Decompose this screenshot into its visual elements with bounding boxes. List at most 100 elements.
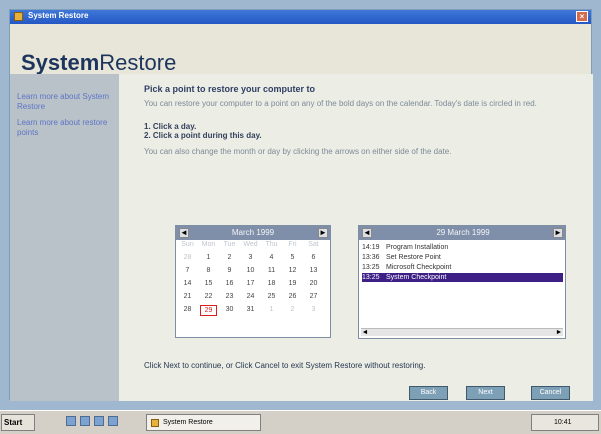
main-content: Pick a point to restore your computer to…	[119, 74, 593, 401]
system-tray: 10:41	[531, 414, 599, 431]
calendar-day[interactable]: 16	[221, 279, 238, 288]
calendar-day[interactable]: 17	[242, 279, 259, 288]
restore-point-entry[interactable]: 14:19 Program Installation	[362, 243, 563, 252]
quicklaunch-folder-icon[interactable]	[94, 416, 104, 426]
scroll-right-arrow-icon[interactable]: ►	[555, 329, 563, 336]
calendar-day[interactable]: 8	[200, 266, 217, 275]
calendar-day[interactable]: 20	[305, 279, 322, 288]
calendar-day[interactable]: 3	[242, 253, 259, 262]
calendar-day: 1	[269, 306, 274, 313]
calendar-day[interactable]: 30	[221, 305, 238, 314]
weekday-label: Mon	[201, 241, 216, 248]
restore-point-label: Program Installation	[386, 244, 449, 251]
calendar-day[interactable]: 12	[284, 266, 301, 275]
restore-point-time: 13:25	[362, 264, 380, 271]
restore-point-time: 13:25	[362, 274, 380, 281]
learn-more-system-restore-link[interactable]: Learn more about System Restore	[17, 92, 113, 112]
restore-list-date: 29 March 1999	[436, 228, 490, 237]
close-window-button[interactable]: ×	[576, 11, 588, 22]
footer-instructions: Click Next to continue, or Click Cancel …	[144, 361, 426, 370]
calendar-day: 3	[311, 306, 316, 313]
calendar-month-title: March 1999	[231, 228, 275, 237]
desktop-frame: System Restore × SystemRestore Learn mor…	[0, 0, 601, 434]
title-bar[interactable]: System Restore ×	[10, 10, 591, 24]
weekday-label: Sun	[181, 241, 194, 248]
restore-point-label: System Checkpoint	[386, 274, 447, 281]
calendar-day[interactable]: 31	[242, 305, 259, 314]
calendar-day: 28	[183, 254, 192, 261]
calendar-day[interactable]: 18	[263, 279, 280, 288]
calendar-day[interactable]: 22	[200, 292, 217, 301]
page-header: SystemRestore	[10, 24, 591, 75]
weekday-label: Thu	[265, 241, 278, 248]
weekday-label: Tue	[223, 241, 236, 248]
weekday-label: Sat	[308, 241, 319, 248]
calendar-day[interactable]: 9	[221, 266, 238, 275]
start-button[interactable]: Start	[1, 414, 35, 431]
calendar-day[interactable]: 1	[200, 253, 217, 262]
back-button[interactable]: Back	[409, 386, 448, 400]
previous-day-button[interactable]: ◄	[362, 228, 372, 238]
tray-clock: 10:41	[554, 419, 572, 426]
system-restore-window: System Restore × SystemRestore Learn mor…	[9, 9, 593, 401]
hint-text: You can also change the month or day by …	[144, 147, 452, 156]
calendar-day[interactable]: 5	[284, 253, 301, 262]
restore-point-time: 14:19	[362, 244, 380, 251]
horizontal-scrollbar[interactable]: ◄ ►	[361, 328, 563, 336]
restore-point-entry[interactable]: 13:25 System Checkpoint	[362, 273, 563, 282]
next-month-button[interactable]: ►	[318, 228, 328, 238]
calendar-day[interactable]: 13	[305, 266, 322, 275]
quicklaunch-media-icon[interactable]	[108, 416, 118, 426]
calendar-day[interactable]: 19	[284, 279, 301, 288]
calendar-day[interactable]: 7	[179, 266, 196, 275]
weekday-label: Fri	[288, 241, 297, 248]
restore-point-label: Microsoft Checkpoint	[386, 264, 452, 271]
calendar-day-today[interactable]: 29	[200, 305, 217, 316]
next-button[interactable]: Next	[466, 386, 505, 400]
learn-more-restore-points-link[interactable]: Learn more about restore points	[17, 118, 113, 138]
previous-month-button[interactable]: ◄	[179, 228, 189, 238]
weekday-label: Wed	[243, 241, 258, 248]
taskbar-item-label: System Restore	[163, 419, 213, 426]
step-2: 2. Click a point during this day.	[144, 131, 262, 140]
calendar: ◄ March 1999 ► Sun Mon Tue Wed Thu Fri Sat 28 1…	[175, 225, 331, 338]
restore-point-time: 13:36	[362, 254, 380, 261]
quicklaunch-explorer-icon[interactable]	[80, 416, 90, 426]
calendar-day[interactable]: 27	[305, 292, 322, 301]
restore-list-header: ◄ 29 March 1999 ►	[359, 226, 565, 240]
help-sidebar: Learn more about System Restore Learn mo…	[10, 74, 119, 401]
calendar-day[interactable]: 26	[284, 292, 301, 301]
system-restore-app-icon	[14, 12, 23, 21]
quicklaunch-desktop-icon[interactable]	[66, 416, 76, 426]
restore-point-list: ◄ 29 March 1999 ► 14:19 Program Installat…	[358, 225, 566, 339]
calendar-day: 2	[290, 306, 295, 313]
calendar-day[interactable]: 2	[221, 253, 238, 262]
calendar-day[interactable]: 4	[263, 253, 280, 262]
calendar-day[interactable]: 28	[179, 305, 196, 314]
calendar-day[interactable]: 24	[242, 292, 259, 301]
calendar-day[interactable]: 6	[305, 253, 322, 262]
calendar-day[interactable]: 10	[242, 266, 259, 275]
system-restore-task-icon	[151, 419, 159, 427]
cancel-button[interactable]: Cancel	[531, 386, 570, 400]
taskbar-system-restore-item[interactable]: System Restore	[146, 414, 261, 431]
restore-point-entry[interactable]: 13:36 Set Restore Point	[362, 253, 563, 262]
calendar-day[interactable]: 14	[179, 279, 196, 288]
restore-point-entry[interactable]: 13:25 Microsoft Checkpoint	[362, 263, 563, 272]
section-heading: Pick a point to restore your computer to	[144, 84, 316, 94]
calendar-day[interactable]: 11	[263, 266, 280, 275]
calendar-day[interactable]: 25	[263, 292, 280, 301]
page-title: SystemRestore	[21, 50, 176, 76]
scroll-left-arrow-icon[interactable]: ◄	[361, 329, 369, 336]
step-1: 1. Click a day.	[144, 122, 197, 131]
calendar-header: ◄ March 1999 ►	[176, 226, 330, 240]
calendar-day[interactable]: 15	[200, 279, 217, 288]
intro-text: You can restore your computer to a point…	[144, 99, 537, 108]
page-title-rest: Restore	[99, 50, 177, 75]
calendar-day[interactable]: 21	[179, 292, 196, 301]
next-day-button[interactable]: ►	[553, 228, 563, 238]
taskbar: Start System Restore 10:41	[0, 410, 601, 434]
page-title-bold: System	[21, 50, 100, 75]
restore-point-label: Set Restore Point	[386, 254, 441, 261]
calendar-day[interactable]: 23	[221, 292, 238, 301]
